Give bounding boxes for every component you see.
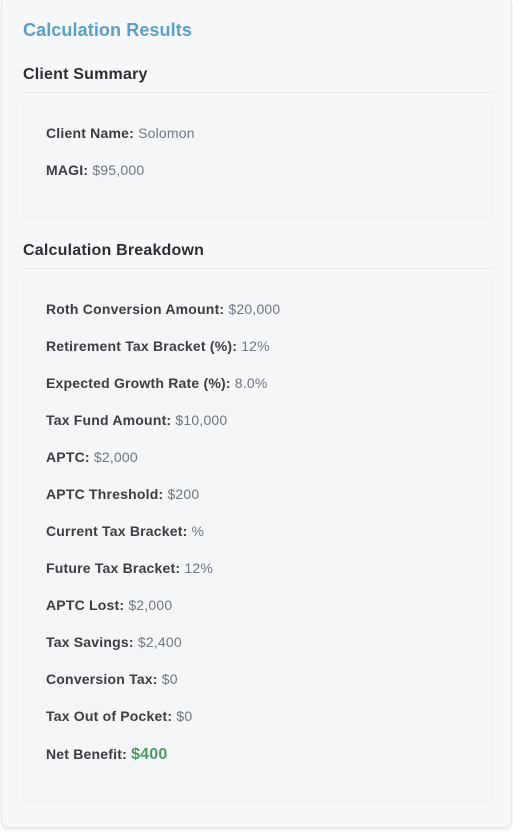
future-bracket-label: Future Tax Bracket: [46, 560, 181, 576]
retirement-bracket-label: Retirement Tax Bracket (%): [46, 338, 238, 354]
results-title: Calculation Results [23, 20, 192, 40]
growth-rate-row: Expected Growth Rate (%): 8.0% [46, 375, 268, 391]
client-summary-divider [23, 92, 493, 93]
breakdown-heading: Calculation Breakdown [23, 242, 205, 259]
net-benefit-label: Net Benefit: [46, 746, 127, 762]
aptc-value: $2,000 [93, 449, 138, 465]
roth-conversion-value: $20,000 [228, 301, 281, 317]
client-name-value: Solomon [138, 125, 195, 141]
current-bracket-row: Current Tax Bracket: % [46, 523, 204, 539]
tax-savings-label: Tax Savings: [46, 634, 134, 650]
aptc-threshold-row: APTC Threshold: $200 [46, 486, 199, 502]
aptc-row: APTC: $2,000 [46, 449, 138, 465]
future-bracket-value: 12% [184, 560, 213, 576]
tax-fund-value: $10,000 [175, 412, 228, 428]
tax-savings-value: $2,400 [137, 634, 182, 650]
aptc-threshold-value: $200 [167, 486, 200, 502]
client-name-row: Client Name: Solomon [46, 125, 195, 141]
tax-out-of-pocket-value: $0 [176, 708, 193, 724]
aptc-label: APTC: [46, 449, 90, 465]
growth-rate-value: 8.0% [234, 375, 268, 391]
magi-value: $95,000 [92, 162, 145, 178]
conversion-tax-value: $0 [161, 671, 178, 687]
tax-fund-label: Tax Fund Amount: [46, 412, 172, 428]
client-summary-heading: Client Summary [23, 66, 148, 83]
tax-out-of-pocket-label: Tax Out of Pocket: [46, 708, 173, 724]
conversion-tax-label: Conversion Tax: [46, 671, 158, 687]
growth-rate-label: Expected Growth Rate (%): [46, 375, 231, 391]
breakdown-divider [23, 268, 493, 269]
net-benefit-row: Net Benefit: $400 [46, 746, 167, 764]
aptc-lost-row: APTC Lost: $2,000 [46, 597, 172, 613]
tax-fund-row: Tax Fund Amount: $10,000 [46, 412, 227, 428]
magi-row: MAGI: $95,000 [46, 162, 144, 178]
net-benefit-value: $400 [131, 746, 168, 763]
client-summary-panel [23, 98, 493, 220]
aptc-lost-value: $2,000 [128, 597, 173, 613]
current-bracket-value: % [191, 523, 205, 539]
conversion-tax-row: Conversion Tax: $0 [46, 671, 178, 687]
roth-conversion-label: Roth Conversion Amount: [46, 301, 225, 317]
tax-out-of-pocket-row: Tax Out of Pocket: $0 [46, 708, 192, 724]
roth-conversion-row: Roth Conversion Amount: $20,000 [46, 301, 280, 317]
tax-savings-row: Tax Savings: $2,400 [46, 634, 182, 650]
future-bracket-row: Future Tax Bracket: 12% [46, 560, 213, 576]
retirement-bracket-row: Retirement Tax Bracket (%): 12% [46, 338, 270, 354]
client-name-label: Client Name: [46, 125, 134, 141]
retirement-bracket-value: 12% [241, 338, 270, 354]
current-bracket-label: Current Tax Bracket: [46, 523, 188, 539]
magi-label: MAGI: [46, 162, 89, 178]
aptc-threshold-label: APTC Threshold: [46, 486, 164, 502]
aptc-lost-label: APTC Lost: [46, 597, 125, 613]
